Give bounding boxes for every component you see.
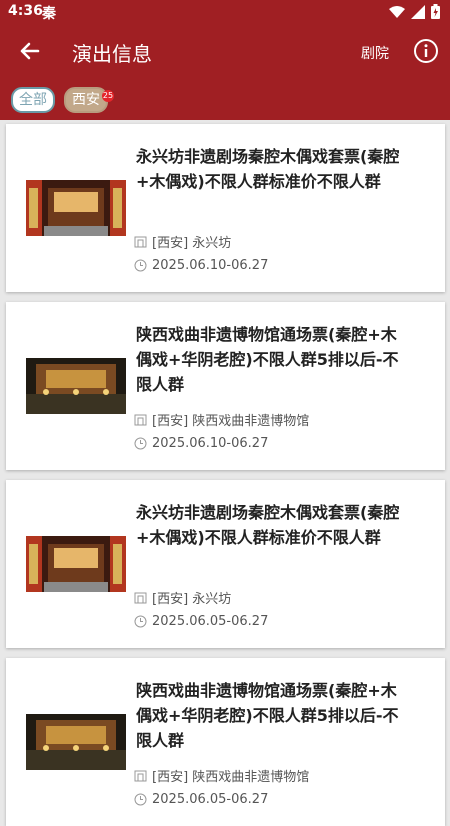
venue-icon — [134, 414, 147, 426]
status-icons — [389, 4, 440, 19]
info-icon[interactable] — [413, 38, 439, 64]
status-carrier: 秦 — [42, 6, 56, 22]
venue-row: [西安] 永兴坊 — [134, 588, 231, 607]
venue-text: [西安] 永兴坊 — [152, 236, 232, 251]
filter-bar: 全部 西安 — [0, 80, 450, 120]
clock-icon — [134, 615, 147, 628]
show-card[interactable]: 永兴坊非遗剧场秦腔木偶戏套票(秦腔+木偶戏)不限人群标准价不限人群 [西安] 永… — [6, 124, 445, 292]
show-thumbnail — [26, 180, 126, 236]
venue-row: [西安] 永兴坊 — [134, 232, 231, 251]
show-thumbnail — [26, 358, 126, 414]
date-text: 2025.06.05-06.27 — [152, 792, 269, 807]
signal-icon — [411, 4, 425, 19]
show-title: 陕西戏曲非遗博物馆通场票(秦腔+木偶戏+华阴老腔)不限人群5排以后-不限人群 — [136, 325, 399, 394]
app-bar: 演出信息 剧院 — [0, 24, 450, 80]
page-title: 演出信息 — [72, 42, 152, 66]
clock-icon — [134, 793, 147, 806]
show-title: 永兴坊非遗剧场秦腔木偶戏套票(秦腔+木偶戏)不限人群标准价不限人群 — [136, 503, 400, 547]
show-title: 陕西戏曲非遗博物馆通场票(秦腔+木偶戏+华阴老腔)不限人群5排以后-不限人群 — [136, 681, 399, 750]
show-card[interactable]: 陕西戏曲非遗博物馆通场票(秦腔+木偶戏+华阴老腔)不限人群5排以后-不限人群 [… — [6, 658, 445, 826]
show-title: 永兴坊非遗剧场秦腔木偶戏套票(秦腔+木偶戏)不限人群标准价不限人群 — [136, 147, 400, 191]
status-time: 4:36 — [8, 3, 43, 19]
venue-icon — [134, 592, 147, 604]
wifi-icon — [389, 5, 405, 18]
venue-row: [西安] 陕西戏曲非遗博物馆 — [134, 410, 309, 429]
clock-icon — [134, 259, 147, 272]
date-row: 2025.06.05-06.27 — [134, 614, 268, 629]
date-row: 2025.06.10-06.27 — [134, 258, 268, 273]
date-text: 2025.06.05-06.27 — [152, 614, 269, 629]
battery-icon — [431, 4, 440, 19]
filter-chip-all[interactable]: 全部 — [11, 87, 55, 113]
show-thumbnail — [26, 714, 126, 770]
date-text: 2025.06.10-06.27 — [152, 436, 269, 451]
venue-text: [西安] 陕西戏曲非遗博物馆 — [152, 770, 310, 785]
back-arrow-icon[interactable] — [14, 36, 44, 66]
theater-button[interactable]: 剧院 — [361, 43, 389, 63]
filter-chip-city[interactable]: 西安 — [64, 87, 108, 113]
status-bar: 4:36 秦 — [0, 0, 450, 24]
show-card[interactable]: 陕西戏曲非遗博物馆通场票(秦腔+木偶戏+华阴老腔)不限人群5排以后-不限人群 [… — [6, 302, 445, 470]
date-row: 2025.06.05-06.27 — [134, 792, 268, 807]
venue-row: [西安] 陕西戏曲非遗博物馆 — [134, 766, 309, 785]
venue-icon — [134, 770, 147, 782]
city-count-badge: 25 — [102, 90, 114, 102]
clock-icon — [134, 437, 147, 450]
venue-text: [西安] 陕西戏曲非遗博物馆 — [152, 414, 310, 429]
venue-icon — [134, 236, 147, 248]
show-card[interactable]: 永兴坊非遗剧场秦腔木偶戏套票(秦腔+木偶戏)不限人群标准价不限人群 [西安] 永… — [6, 480, 445, 648]
date-row: 2025.06.10-06.27 — [134, 436, 268, 451]
venue-text: [西安] 永兴坊 — [152, 592, 232, 607]
date-text: 2025.06.10-06.27 — [152, 258, 269, 273]
show-thumbnail — [26, 536, 126, 592]
